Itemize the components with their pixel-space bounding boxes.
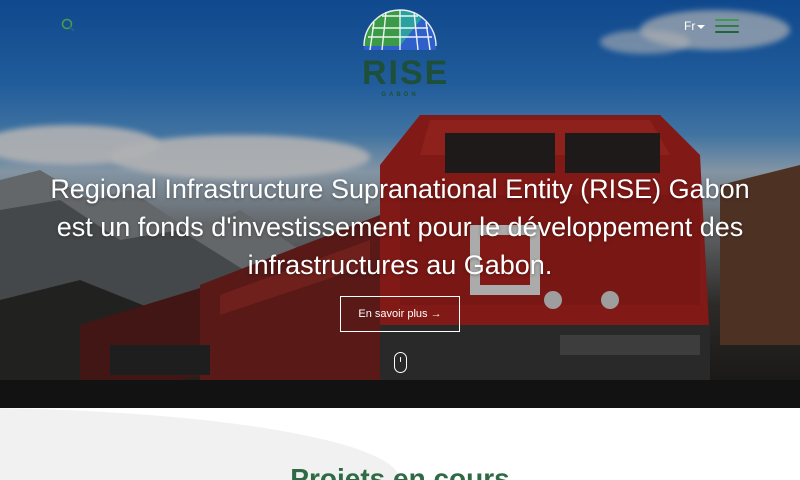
hero-section: RISE GABON Fr Regional Infrastructure Su… — [0, 0, 800, 408]
section-title: Projets en cours — [290, 463, 510, 480]
rise-logo[interactable]: RISE GABON — [362, 4, 450, 100]
search-icon[interactable] — [60, 17, 76, 33]
language-selector[interactable]: Fr — [684, 19, 706, 33]
mouse-scroll-icon[interactable] — [394, 352, 407, 373]
language-label: Fr — [684, 19, 696, 33]
globe-logo-icon — [363, 9, 437, 50]
learn-more-button[interactable]: En savoir plus → — [340, 296, 460, 332]
logo-text: RISE — [362, 54, 450, 92]
logo-subtext: GABON — [381, 92, 419, 98]
projects-section: Projets en cours — [0, 408, 800, 480]
hero-headline: Regional Infrastructure Supranational En… — [50, 174, 750, 280]
caret-down-icon — [697, 25, 706, 29]
menu-icon[interactable] — [715, 19, 739, 33]
